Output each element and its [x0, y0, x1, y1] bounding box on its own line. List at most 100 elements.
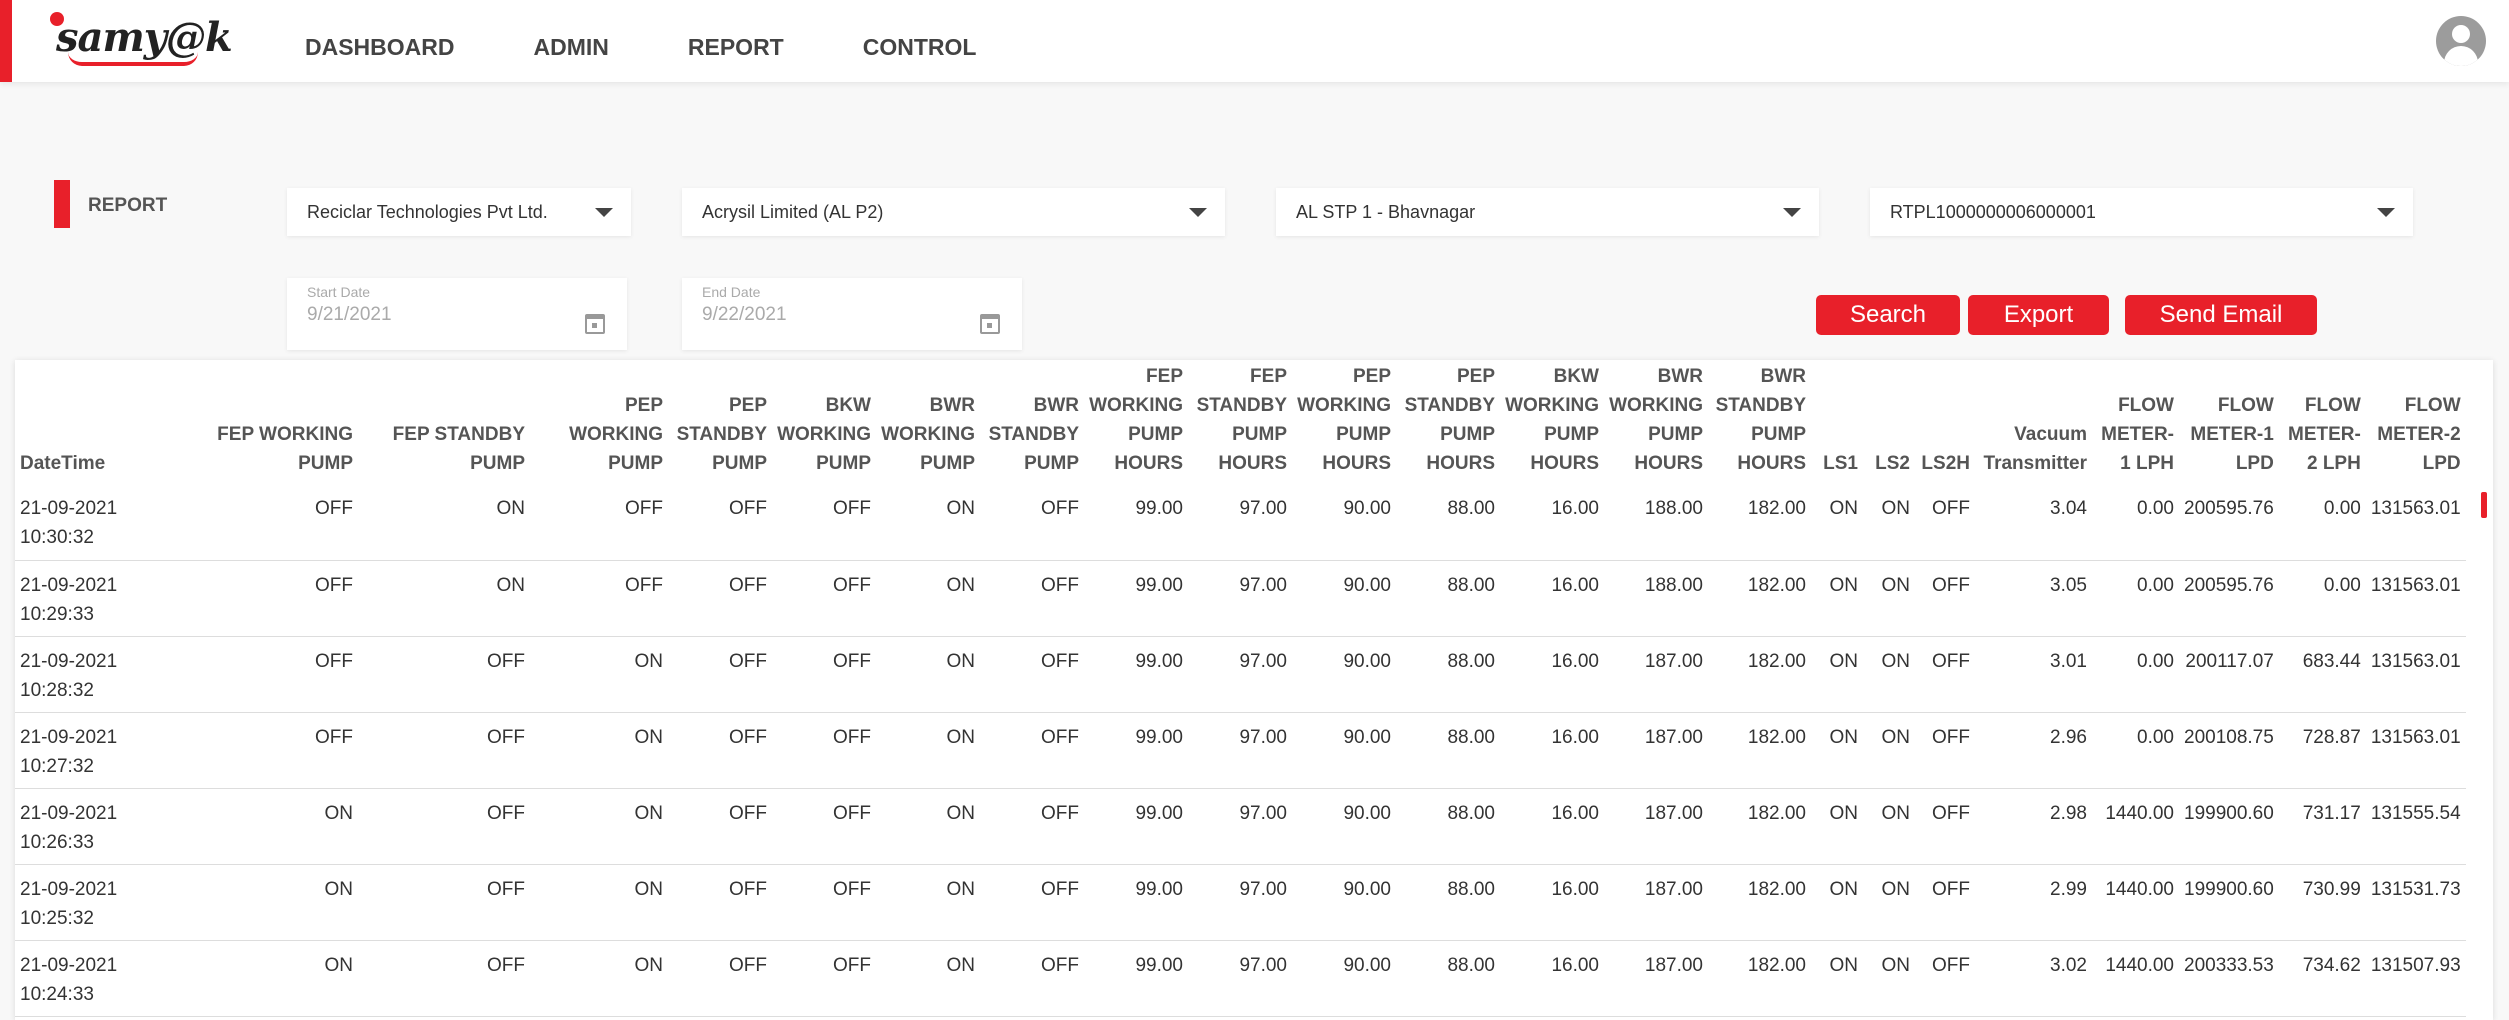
table-cell: OFF: [530, 484, 668, 561]
search-button[interactable]: Search: [1816, 295, 1960, 335]
table-cell: OFF: [980, 788, 1084, 865]
nav-dashboard[interactable]: DASHBOARD: [305, 34, 455, 61]
table-cell: 88.00: [1396, 712, 1500, 789]
table-cell: 97.00: [1188, 712, 1292, 789]
client-select-value: Acrysil Limited (AL P2): [702, 202, 884, 222]
table-cell: OFF: [772, 712, 876, 789]
chevron-down-icon: [2377, 208, 2395, 217]
table-cell: 90.00: [1292, 712, 1396, 789]
table-row[interactable]: 21-09-2021 10:29:33 OFF ON OFF OFF OFF ON OFF 99…: [15, 560, 2466, 637]
table-cell: 90.00: [1292, 940, 1396, 1017]
table-body: 21-09-2021 10:30:32 OFF ON OFF OFF OFF ON OFF 99…: [15, 484, 2466, 1017]
start-date-value: 9/21/2021: [307, 304, 392, 325]
report-section-title: REPORT: [88, 195, 168, 216]
nav-control[interactable]: CONTROL: [863, 34, 977, 61]
table-cell: 1440.00: [2092, 940, 2179, 1017]
table-row[interactable]: 21-09-2021 10:27:32 OFF OFF ON OFF OFF ON OFF 99…: [15, 712, 2466, 789]
column-header: PEP WORKING PUMP: [569, 395, 663, 474]
table-cell: ON: [358, 484, 530, 561]
table-cell: 200595.76: [2179, 484, 2279, 561]
chevron-down-icon: [595, 208, 613, 217]
table-cell: OFF: [668, 636, 772, 713]
table-cell: 182.00: [1708, 484, 1811, 561]
table-cell: 88.00: [1396, 636, 1500, 713]
avatar-head: [2452, 25, 2470, 43]
user-avatar-icon[interactable]: [2436, 16, 2486, 66]
table-cell: 16.00: [1500, 940, 1604, 1017]
column-header: FLOW METER- 1 LPH: [2101, 395, 2174, 474]
table-cell: 131563.01: [2365, 560, 2466, 637]
table-row[interactable]: 21-09-2021 10:30:32 OFF ON OFF OFF OFF ON OFF 99…: [15, 484, 2466, 561]
table-cell: 683.44: [2278, 636, 2366, 713]
table-cell: OFF: [980, 560, 1084, 637]
table-cell: 0.00: [2092, 636, 2179, 713]
end-date-value: 9/22/2021: [702, 304, 787, 325]
table-cell: 90.00: [1292, 788, 1396, 865]
table-cell: 182.00: [1708, 636, 1811, 713]
table-cell: OFF: [190, 712, 358, 789]
report-table: DateTime FEP WORKING PUMP FEP STANDBY PUMP PE…: [15, 360, 2466, 1017]
table-cell: 188.00: [1604, 560, 1708, 637]
table-cell: 16.00: [1500, 712, 1604, 789]
client-select[interactable]: Acrysil Limited (AL P2): [682, 188, 1225, 236]
table-cell: OFF: [1915, 864, 1975, 941]
start-date-field[interactable]: Start Date 9/21/2021: [287, 278, 627, 350]
samyak-logo[interactable]: samy@k: [48, 8, 233, 68]
device-select[interactable]: RTPL1000000006000001: [1870, 188, 2413, 236]
table-cell: ON: [190, 940, 358, 1017]
table-cell: 16.00: [1500, 560, 1604, 637]
table-cell: ON: [530, 712, 668, 789]
export-button[interactable]: Export: [1968, 295, 2109, 335]
table-row[interactable]: 21-09-2021 10:28:32 OFF OFF ON OFF OFF ON OFF 99…: [15, 636, 2466, 713]
table-cell: 131563.01: [2365, 484, 2466, 561]
table-cell: OFF: [668, 560, 772, 637]
table-row[interactable]: 21-09-2021 10:26:33 ON OFF ON OFF OFF ON OFF 99.…: [15, 788, 2466, 865]
table-cell: 21-09-2021 10:26:33: [15, 788, 190, 865]
nav-report[interactable]: REPORT: [688, 34, 784, 61]
column-header: BWR STANDBY PUMP HOURS: [1715, 366, 1806, 474]
table-cell: ON: [1863, 940, 1915, 1017]
column-header: FEP WORKING PUMP HOURS: [1089, 366, 1183, 474]
table-cell: OFF: [668, 788, 772, 865]
table-cell: OFF: [668, 864, 772, 941]
report-table-card: DateTime FEP WORKING PUMP FEP STANDBY PUMP PE…: [15, 360, 2493, 1020]
table-cell: OFF: [668, 940, 772, 1017]
table-cell: 88.00: [1396, 484, 1500, 561]
table-row[interactable]: 21-09-2021 10:25:32 ON OFF ON OFF OFF ON OFF 99.…: [15, 864, 2466, 941]
company-select[interactable]: Reciclar Technologies Pvt Ltd.: [287, 188, 631, 236]
table-cell: ON: [1863, 788, 1915, 865]
table-cell: ON: [1811, 940, 1863, 1017]
table-cell: 21-09-2021 10:27:32: [15, 712, 190, 789]
scrollbar-thumb[interactable]: [2481, 492, 2487, 518]
table-cell: 97.00: [1188, 864, 1292, 941]
column-header: FEP STANDBY PUMP: [392, 424, 525, 474]
table-cell: 182.00: [1708, 864, 1811, 941]
table-row[interactable]: 21-09-2021 10:24:33 ON OFF ON OFF OFF ON OFF 99.…: [15, 940, 2466, 1017]
table-cell: ON: [1811, 788, 1863, 865]
table-cell: 188.00: [1604, 484, 1708, 561]
table-cell: 131563.01: [2365, 712, 2466, 789]
table-cell: OFF: [980, 636, 1084, 713]
table-cell: OFF: [530, 560, 668, 637]
main-nav: DASHBOARD ADMIN REPORT CONTROL: [305, 34, 1055, 61]
column-header: BKW WORKING PUMP: [777, 395, 871, 474]
table-cell: ON: [1863, 560, 1915, 637]
table-cell: 200333.53: [2179, 940, 2279, 1017]
column-header: LS1: [1823, 453, 1858, 474]
table-cell: ON: [530, 788, 668, 865]
site-select[interactable]: AL STP 1 - Bhavnagar: [1276, 188, 1819, 236]
table-cell: 99.00: [1084, 940, 1188, 1017]
table-cell: OFF: [358, 788, 530, 865]
table-cell: 99.00: [1084, 484, 1188, 561]
nav-admin[interactable]: ADMIN: [534, 34, 609, 61]
calendar-icon[interactable]: [585, 314, 605, 334]
table-cell: 0.00: [2092, 484, 2179, 561]
start-date-label: Start Date: [307, 284, 371, 300]
column-header: Vacuum Transmitter: [1983, 424, 2087, 474]
send-email-button[interactable]: Send Email: [2125, 295, 2317, 335]
table-cell: 88.00: [1396, 940, 1500, 1017]
calendar-icon[interactable]: [980, 314, 1000, 334]
column-header: DateTime: [20, 453, 106, 474]
end-date-field[interactable]: End Date 9/22/2021: [682, 278, 1022, 350]
table-cell: 16.00: [1500, 484, 1604, 561]
